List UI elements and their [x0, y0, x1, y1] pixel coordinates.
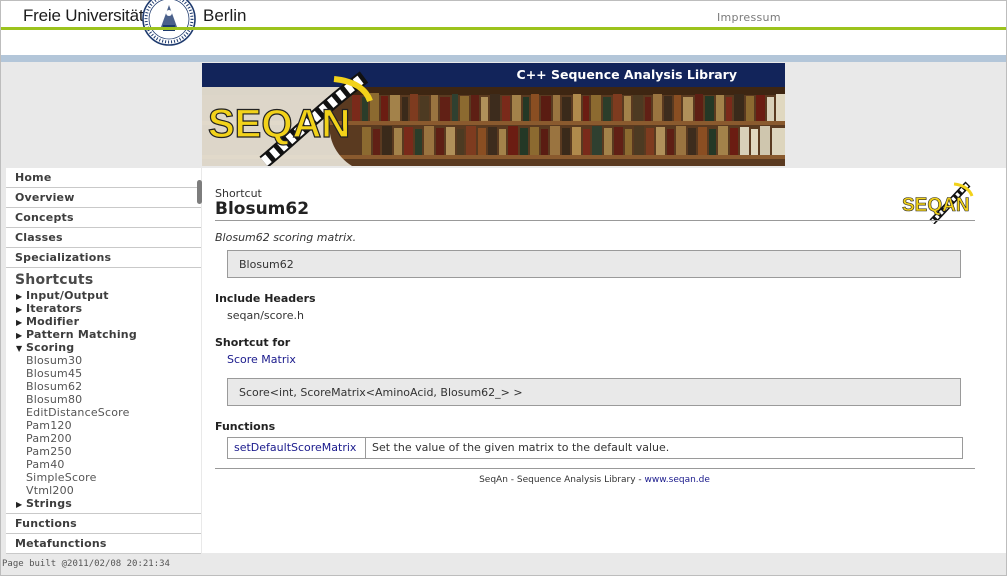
- browser-page: Freie Universität Berlin Impressum C++ S…: [0, 0, 1007, 576]
- svg-text:SEQAN: SEQAN: [208, 102, 350, 146]
- main-content: Shortcut Blosum62 SEQAN Blosum62 scoring…: [202, 168, 1006, 553]
- tree-subitem-vtml200[interactable]: Vtml200: [6, 484, 201, 497]
- include-headers-heading: Include Headers: [215, 292, 316, 305]
- triangle-down-icon[interactable]: ▼: [16, 342, 26, 355]
- footer-text: SeqAn - Sequence Analysis Library -: [479, 475, 645, 485]
- university-header: Freie Universität Berlin Impressum: [1, 0, 1006, 57]
- tree-item-strings[interactable]: ▶ Strings: [6, 497, 201, 514]
- entity-description: Blosum62 scoring matrix.: [215, 231, 357, 244]
- tree-subitem-simplescore[interactable]: SimpleScore: [6, 471, 201, 484]
- header-green-line: [1, 27, 1006, 30]
- tree-item-label: Input/Output: [26, 289, 109, 302]
- svg-text:SEQAN: SEQAN: [902, 195, 970, 216]
- sidebar-top-nav: Home Overview Concepts Classes Specializ…: [6, 168, 201, 268]
- footer-divider: [215, 468, 975, 469]
- nav-classes[interactable]: Classes: [6, 228, 201, 248]
- signature-box: Blosum62: [227, 250, 961, 278]
- seqan-dna-logo-icon: SEQAN: [207, 71, 373, 166]
- tree-item-label: Pattern Matching: [26, 328, 137, 341]
- nav-home[interactable]: Home: [6, 168, 201, 188]
- seqan-logo-icon: SEQAN: [902, 181, 974, 224]
- university-seal-icon[interactable]: [139, 0, 199, 47]
- tree-item-label: Scoring: [26, 341, 75, 354]
- nav-functions[interactable]: Functions: [6, 514, 201, 534]
- seqan-website-link[interactable]: www.seqan.de: [645, 475, 710, 485]
- tree-subitem-pam250[interactable]: Pam250: [6, 445, 201, 458]
- nav-metafunctions[interactable]: Metafunctions: [6, 534, 201, 554]
- tree-subitem-pam200[interactable]: Pam200: [6, 432, 201, 445]
- title-divider: [215, 220, 975, 221]
- tree-item-label: Modifier: [26, 315, 80, 328]
- function-description: Set the value of the given matrix to the…: [372, 441, 670, 454]
- tree-subitem-editdistancescore[interactable]: EditDistanceScore: [6, 406, 201, 419]
- tree-item-label: Strings: [26, 497, 73, 510]
- header-blue-line: [1, 55, 1006, 62]
- function-link-setdefaultscorematrix[interactable]: setDefaultScoreMatrix: [228, 438, 366, 458]
- page-built-timestamp: Page built @2011/02/08 20:21:34: [2, 559, 170, 569]
- tree-item-modifier[interactable]: ▶ Modifier: [6, 315, 201, 328]
- tree-subitem-blosum45[interactable]: Blosum45: [6, 367, 201, 380]
- functions-heading: Functions: [215, 420, 276, 433]
- tree-subitem-pam120[interactable]: Pam120: [6, 419, 201, 432]
- page-footer: SeqAn - Sequence Analysis Library - www.…: [202, 475, 987, 485]
- page-title: Blosum62: [215, 199, 310, 219]
- seqan-banner: C++ Sequence Analysis Library SEQAN: [202, 63, 785, 166]
- sidebar-section-title: Shortcuts: [15, 272, 94, 288]
- banner-title: C++ Sequence Analysis Library: [516, 67, 737, 82]
- impressum-link[interactable]: Impressum: [717, 11, 781, 24]
- navigation-sidebar: Home Overview Concepts Classes Specializ…: [6, 168, 202, 554]
- shortcut-code-box: Score<int, ScoreMatrix<AminoAcid, Blosum…: [227, 378, 961, 406]
- shortcut-for-heading: Shortcut for: [215, 336, 291, 349]
- tree-item-label: Iterators: [26, 302, 83, 315]
- nav-specializations[interactable]: Specializations: [6, 248, 201, 268]
- include-header-path: seqan/score.h: [227, 309, 304, 322]
- nav-overview[interactable]: Overview: [6, 188, 201, 208]
- tree-subitem-blosum62[interactable]: Blosum62: [6, 380, 201, 393]
- tree-subitem-blosum80[interactable]: Blosum80: [6, 393, 201, 406]
- tree-subitem-pam40[interactable]: Pam40: [6, 458, 201, 471]
- tree-item-iterators[interactable]: ▶ Iterators: [6, 302, 201, 315]
- tree-item-input-output[interactable]: ▶ Input/Output: [6, 289, 201, 302]
- university-city[interactable]: Berlin: [203, 6, 246, 26]
- tree-item-pattern-matching[interactable]: ▶ Pattern Matching: [6, 328, 201, 341]
- university-name[interactable]: Freie Universität: [23, 6, 144, 26]
- tree-item-scoring[interactable]: ▼ Scoring: [6, 341, 201, 354]
- tree-subitem-blosum30[interactable]: Blosum30: [6, 354, 201, 367]
- functions-table-row: setDefaultScoreMatrix Set the value of t…: [227, 437, 963, 459]
- triangle-right-icon[interactable]: ▶: [16, 498, 26, 511]
- score-matrix-link[interactable]: Score Matrix: [227, 353, 296, 366]
- nav-concepts[interactable]: Concepts: [6, 208, 201, 228]
